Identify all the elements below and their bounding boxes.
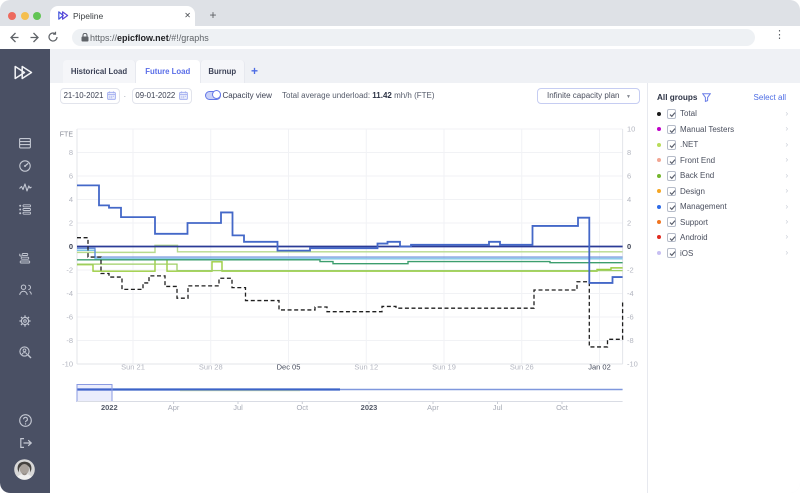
svg-text:-4: -4 <box>66 289 73 298</box>
svg-text:Oct: Oct <box>556 403 569 412</box>
svg-text:Sun 12: Sun 12 <box>354 363 378 372</box>
svg-text:FTE: FTE <box>60 132 74 139</box>
svg-text:8: 8 <box>69 148 73 157</box>
svg-text:Dec 05: Dec 05 <box>277 363 301 372</box>
svg-text:6: 6 <box>627 172 631 181</box>
svg-text:Apr: Apr <box>168 403 180 412</box>
svg-text:-4: -4 <box>627 289 634 298</box>
svg-text:2023: 2023 <box>361 403 378 412</box>
svg-text:Jul: Jul <box>493 403 503 412</box>
svg-text:-8: -8 <box>66 336 73 345</box>
svg-text:-8: -8 <box>627 336 634 345</box>
svg-text:4: 4 <box>69 195 73 204</box>
svg-text:0: 0 <box>627 242 631 251</box>
svg-text:-10: -10 <box>62 360 73 369</box>
svg-text:6: 6 <box>69 172 73 181</box>
svg-text:Sun 26: Sun 26 <box>510 363 534 372</box>
svg-text:-10: -10 <box>627 360 638 369</box>
svg-text:Sun 28: Sun 28 <box>199 363 223 372</box>
svg-text:2: 2 <box>627 219 631 228</box>
svg-text:2022: 2022 <box>101 403 118 412</box>
svg-text:0: 0 <box>69 242 73 251</box>
svg-text:Jul: Jul <box>233 403 243 412</box>
svg-text:-2: -2 <box>66 266 73 275</box>
svg-text:-6: -6 <box>66 313 73 322</box>
svg-text:Sun 19: Sun 19 <box>432 363 456 372</box>
svg-text:Jan 02: Jan 02 <box>588 363 611 372</box>
svg-text:Apr: Apr <box>427 403 439 412</box>
svg-text:-6: -6 <box>627 313 634 322</box>
svg-text:Sun 21: Sun 21 <box>121 363 145 372</box>
svg-text:4: 4 <box>627 195 631 204</box>
svg-text:Oct: Oct <box>296 403 309 412</box>
svg-text:2: 2 <box>69 219 73 228</box>
svg-text:10: 10 <box>627 125 635 134</box>
svg-text:8: 8 <box>627 148 631 157</box>
svg-text:-2: -2 <box>627 266 634 275</box>
